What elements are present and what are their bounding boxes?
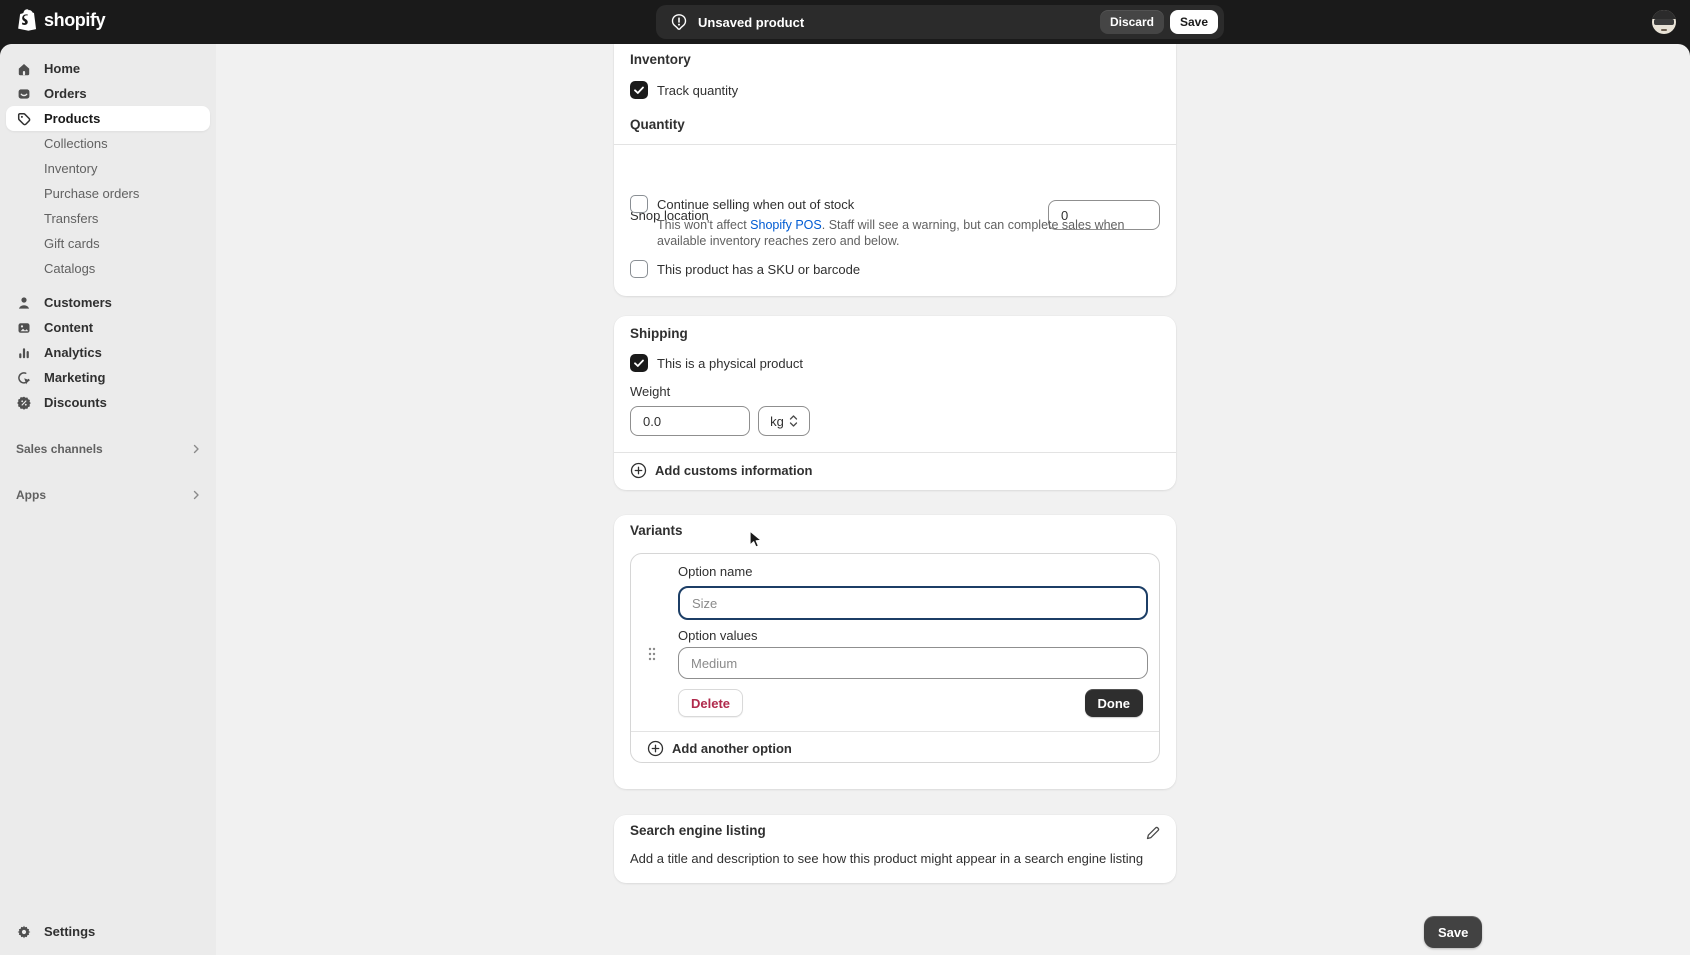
analytics-icon <box>16 345 32 361</box>
seo-description: Add a title and description to see how t… <box>630 851 1143 866</box>
sidebar-item-collections[interactable]: Collections <box>6 131 210 156</box>
divider <box>614 452 1176 453</box>
alert-icon <box>670 13 688 31</box>
plus-circle-icon <box>630 462 647 479</box>
quantity-heading: Quantity <box>630 117 685 132</box>
sidebar-item-gift-cards[interactable]: Gift cards <box>6 231 210 256</box>
products-tag-icon <box>16 111 32 127</box>
stepper-chevrons-icon <box>789 414 798 428</box>
discard-button[interactable]: Discard <box>1100 10 1164 34</box>
unsaved-status-text: Unsaved product <box>698 15 804 30</box>
marketing-icon <box>16 370 32 386</box>
shipping-title: Shipping <box>630 326 688 341</box>
sidebar-item-customers[interactable]: Customers <box>6 290 210 315</box>
add-customs-information-button[interactable]: Add customs information <box>630 462 812 479</box>
checkmark-icon <box>630 354 648 372</box>
save-button-footer[interactable]: Save <box>1424 916 1482 948</box>
save-button-top[interactable]: Save <box>1170 10 1218 34</box>
chevron-right-icon <box>190 443 202 455</box>
avatar-hair <box>1652 10 1676 19</box>
add-another-option-button[interactable]: Add another option <box>647 740 792 757</box>
admin-frame: Home Orders Products Collections Invento… <box>0 44 1690 955</box>
shopify-wordmark: shopify <box>44 10 105 31</box>
edit-pencil-icon[interactable] <box>1144 824 1162 842</box>
sidebar-item-home[interactable]: Home <box>6 56 210 81</box>
divider <box>631 731 1159 732</box>
continue-selling-checkbox-row[interactable]: Continue selling when out of stock <box>630 195 854 213</box>
sidebar-nav: Home Orders Products Collections Invento… <box>0 44 216 955</box>
weight-unit-select[interactable]: kg <box>758 406 810 436</box>
sku-barcode-checkbox[interactable] <box>630 260 648 278</box>
gear-icon <box>16 924 32 940</box>
chevron-right-icon <box>190 489 202 501</box>
inventory-title: Inventory <box>630 52 691 67</box>
variants-title: Variants <box>630 523 683 538</box>
sidebar-section-sales-channels[interactable]: Sales channels <box>6 436 210 461</box>
option-name-input[interactable] <box>678 586 1148 620</box>
sidebar-item-purchase-orders[interactable]: Purchase orders <box>6 181 210 206</box>
physical-product-checkbox-row[interactable]: This is a physical product <box>630 354 803 372</box>
seo-title: Search engine listing <box>630 823 766 838</box>
done-option-button[interactable]: Done <box>1085 689 1144 717</box>
track-quantity-checkbox[interactable] <box>630 81 648 99</box>
drag-handle-icon[interactable] <box>647 646 657 662</box>
sidebar-item-marketing[interactable]: Marketing <box>6 365 210 390</box>
sidebar-item-inventory[interactable]: Inventory <box>6 156 210 181</box>
sidebar-item-discounts[interactable]: Discounts <box>6 390 210 415</box>
avatar-glasses <box>1654 19 1674 25</box>
shopify-pos-link[interactable]: Shopify POS <box>750 218 822 232</box>
plus-circle-icon <box>647 740 664 757</box>
sidebar-item-analytics[interactable]: Analytics <box>6 340 210 365</box>
continue-selling-checkbox[interactable] <box>630 195 648 213</box>
track-quantity-checkbox-row[interactable]: Track quantity <box>630 81 738 99</box>
avatar-mouth <box>1661 29 1667 31</box>
continue-selling-note: This won't affect Shopify POS. Staff wil… <box>657 218 1139 249</box>
sku-barcode-checkbox-row[interactable]: This product has a SKU or barcode <box>630 260 860 278</box>
shipping-card: Shipping This is a physical product Weig… <box>614 316 1176 490</box>
variant-option-editor: Option name Option values Delete Done Ad… <box>630 553 1160 763</box>
sidebar-item-content[interactable]: Content <box>6 315 210 340</box>
inventory-card: Inventory Track quantity Quantity Shop l… <box>614 44 1176 296</box>
option-value-input[interactable] <box>678 647 1148 679</box>
discounts-icon <box>16 395 32 411</box>
physical-product-checkbox[interactable] <box>630 354 648 372</box>
sidebar-item-catalogs[interactable]: Catalogs <box>6 256 210 281</box>
sidebar-item-transfers[interactable]: Transfers <box>6 206 210 231</box>
content-icon <box>16 320 32 336</box>
sidebar-section-apps[interactable]: Apps <box>6 482 210 507</box>
search-engine-listing-card: Search engine listing Add a title and de… <box>614 815 1176 883</box>
variants-card: Variants Option name Option values Delet… <box>614 515 1176 789</box>
weight-input[interactable] <box>630 406 750 436</box>
sidebar-item-products[interactable]: Products <box>6 106 210 131</box>
sidebar-item-orders[interactable]: Orders <box>6 81 210 106</box>
checkmark-icon <box>630 81 648 99</box>
divider <box>614 144 1176 145</box>
topbar: shopify Unsaved product Discard Save <box>0 0 1690 44</box>
unsaved-changes-bar: Unsaved product Discard Save <box>656 5 1224 39</box>
shopify-bag-icon <box>16 8 38 32</box>
weight-label: Weight <box>630 384 670 399</box>
shopify-logo[interactable]: shopify <box>16 8 105 32</box>
account-avatar[interactable] <box>1652 10 1676 34</box>
option-values-label: Option values <box>678 628 758 643</box>
delete-option-button[interactable]: Delete <box>678 689 743 717</box>
sidebar-item-settings[interactable]: Settings <box>6 919 210 944</box>
orders-icon <box>16 86 32 102</box>
home-icon <box>16 61 32 77</box>
option-name-label: Option name <box>678 564 752 579</box>
customers-icon <box>16 295 32 311</box>
